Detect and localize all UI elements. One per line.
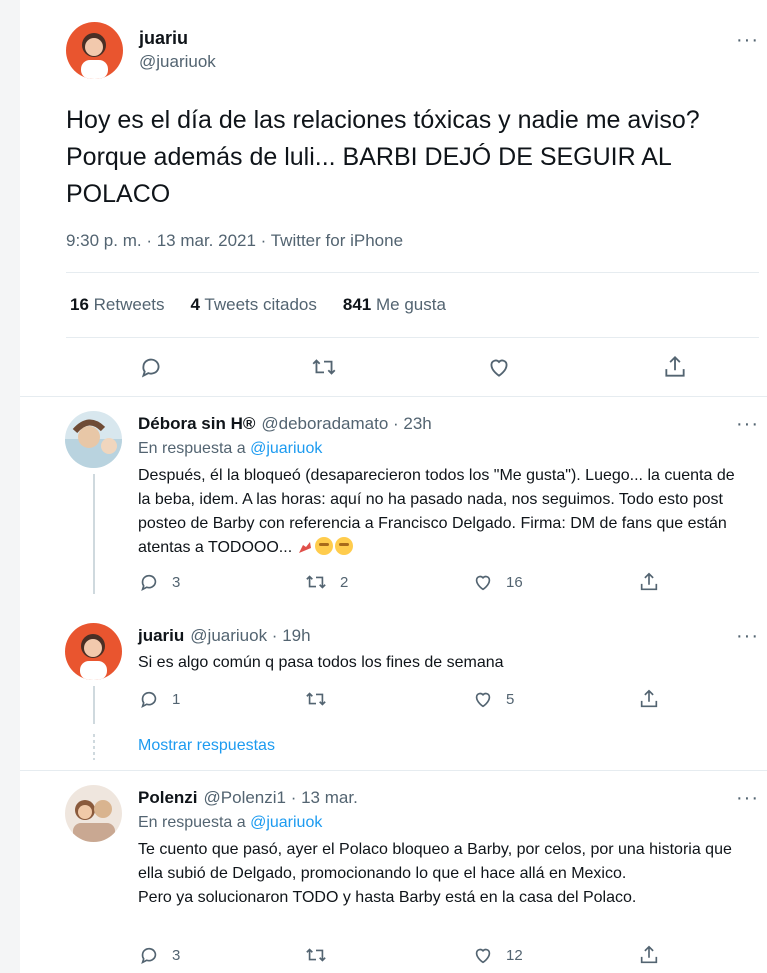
reply-button[interactable]: 3 <box>138 571 180 593</box>
retweets-stat[interactable]: 16 Retweets <box>70 295 165 315</box>
retweet-button[interactable]: 2 <box>304 571 348 593</box>
share-icon <box>640 689 658 708</box>
reply-handle-time[interactable]: @Polenzi1 · 13 mar. <box>204 788 358 807</box>
retweet-icon <box>306 575 326 589</box>
avatar[interactable] <box>66 22 123 79</box>
thread-dots <box>93 734 95 760</box>
like-button[interactable]: 16 <box>472 571 523 593</box>
heart-icon <box>475 575 491 591</box>
reply-button[interactable]: 3 <box>138 944 180 966</box>
flexed-arm-icon <box>298 542 311 553</box>
reply-to-handle[interactable]: @juariuok <box>250 440 322 457</box>
author-name[interactable]: juariu <box>139 28 188 49</box>
retweet-icon <box>306 948 326 962</box>
reply-text: Si es algo común q pasa todos los fines … <box>138 654 504 671</box>
share-icon <box>640 572 658 591</box>
avatar[interactable] <box>65 785 122 842</box>
thread-connector <box>93 474 95 594</box>
reply-button[interactable] <box>138 354 164 380</box>
retweet-icon <box>312 359 336 375</box>
tweet-timestamp[interactable]: 9:30 p. m. · 13 mar. 2021 · Twitter for … <box>66 231 403 251</box>
heart-icon <box>490 359 508 377</box>
heart-icon <box>475 948 491 964</box>
reply-author-name[interactable]: Débora sin H® <box>138 414 255 433</box>
relieved-face-icon <box>314 537 333 555</box>
reply-icon <box>141 574 157 591</box>
tweet-stats: 16 Retweets 4 Tweets citados 841 Me gust… <box>70 295 446 315</box>
share-button[interactable] <box>638 944 660 966</box>
share-icon <box>665 355 685 377</box>
reply-context: En respuesta a @juariuok <box>138 440 323 457</box>
avatar[interactable] <box>65 411 122 468</box>
more-dots-icon[interactable]: ··· <box>736 788 759 808</box>
like-button[interactable] <box>486 354 512 380</box>
reply-text: Después, él la bloqueó (desaparecieron t… <box>138 467 735 556</box>
reply-handle-time[interactable]: @juariuok · 19h <box>190 626 310 645</box>
thread-connector <box>93 686 95 724</box>
share-button[interactable] <box>662 354 688 380</box>
reply-author-name[interactable]: juariu <box>138 626 184 645</box>
left-background-edge <box>0 0 20 973</box>
reply-to-handle[interactable]: @juariuok <box>250 814 322 831</box>
reply-author-name[interactable]: Polenzi <box>138 788 198 807</box>
retweet-button[interactable] <box>304 944 340 966</box>
author-handle[interactable]: @juariuok <box>139 52 216 72</box>
reply-author[interactable]: Débora sin H® @deboradamato · 23h <box>138 414 432 434</box>
more-dots-icon[interactable]: ··· <box>736 626 759 646</box>
tweet-actions <box>20 350 767 384</box>
divider <box>66 337 759 338</box>
divider <box>20 770 767 771</box>
like-button[interactable]: 12 <box>472 944 523 966</box>
reply-icon <box>141 691 157 708</box>
winking-face-icon <box>334 537 353 555</box>
reply-icon <box>141 947 157 964</box>
share-icon <box>640 945 658 964</box>
tweet-text: Hoy es el día de las relaciones tóxicas … <box>66 106 700 208</box>
heart-icon <box>475 692 491 708</box>
reply-handle-time[interactable]: @deboradamato · 23h <box>261 414 431 433</box>
retweet-button[interactable] <box>310 354 338 380</box>
divider <box>20 396 767 397</box>
likes-stat[interactable]: 841 Me gusta <box>343 295 446 315</box>
quotes-stat[interactable]: 4 Tweets citados <box>191 295 317 315</box>
retweet-button[interactable] <box>304 688 340 710</box>
like-button[interactable]: 5 <box>472 688 514 710</box>
more-dots-icon[interactable]: ··· <box>736 30 759 50</box>
tweet-thread: juariu @juariuok ··· Hoy es el día de la… <box>20 0 767 973</box>
reply-author[interactable]: juariu @juariuok · 19h <box>138 626 311 646</box>
reply-context: En respuesta a @juariuok <box>138 814 323 831</box>
reply-text: Te cuento que pasó, ayer el Polaco bloqu… <box>138 841 732 906</box>
avatar[interactable] <box>65 623 122 680</box>
divider <box>66 272 759 273</box>
share-button[interactable] <box>638 571 660 593</box>
share-button[interactable] <box>638 688 660 710</box>
show-replies-link[interactable]: Mostrar respuestas <box>138 737 275 755</box>
reply-author[interactable]: Polenzi @Polenzi1 · 13 mar. <box>138 788 358 808</box>
more-dots-icon[interactable]: ··· <box>736 414 759 434</box>
reply-icon <box>141 358 160 378</box>
reply-button[interactable]: 1 <box>138 688 180 710</box>
retweet-icon <box>306 692 326 706</box>
